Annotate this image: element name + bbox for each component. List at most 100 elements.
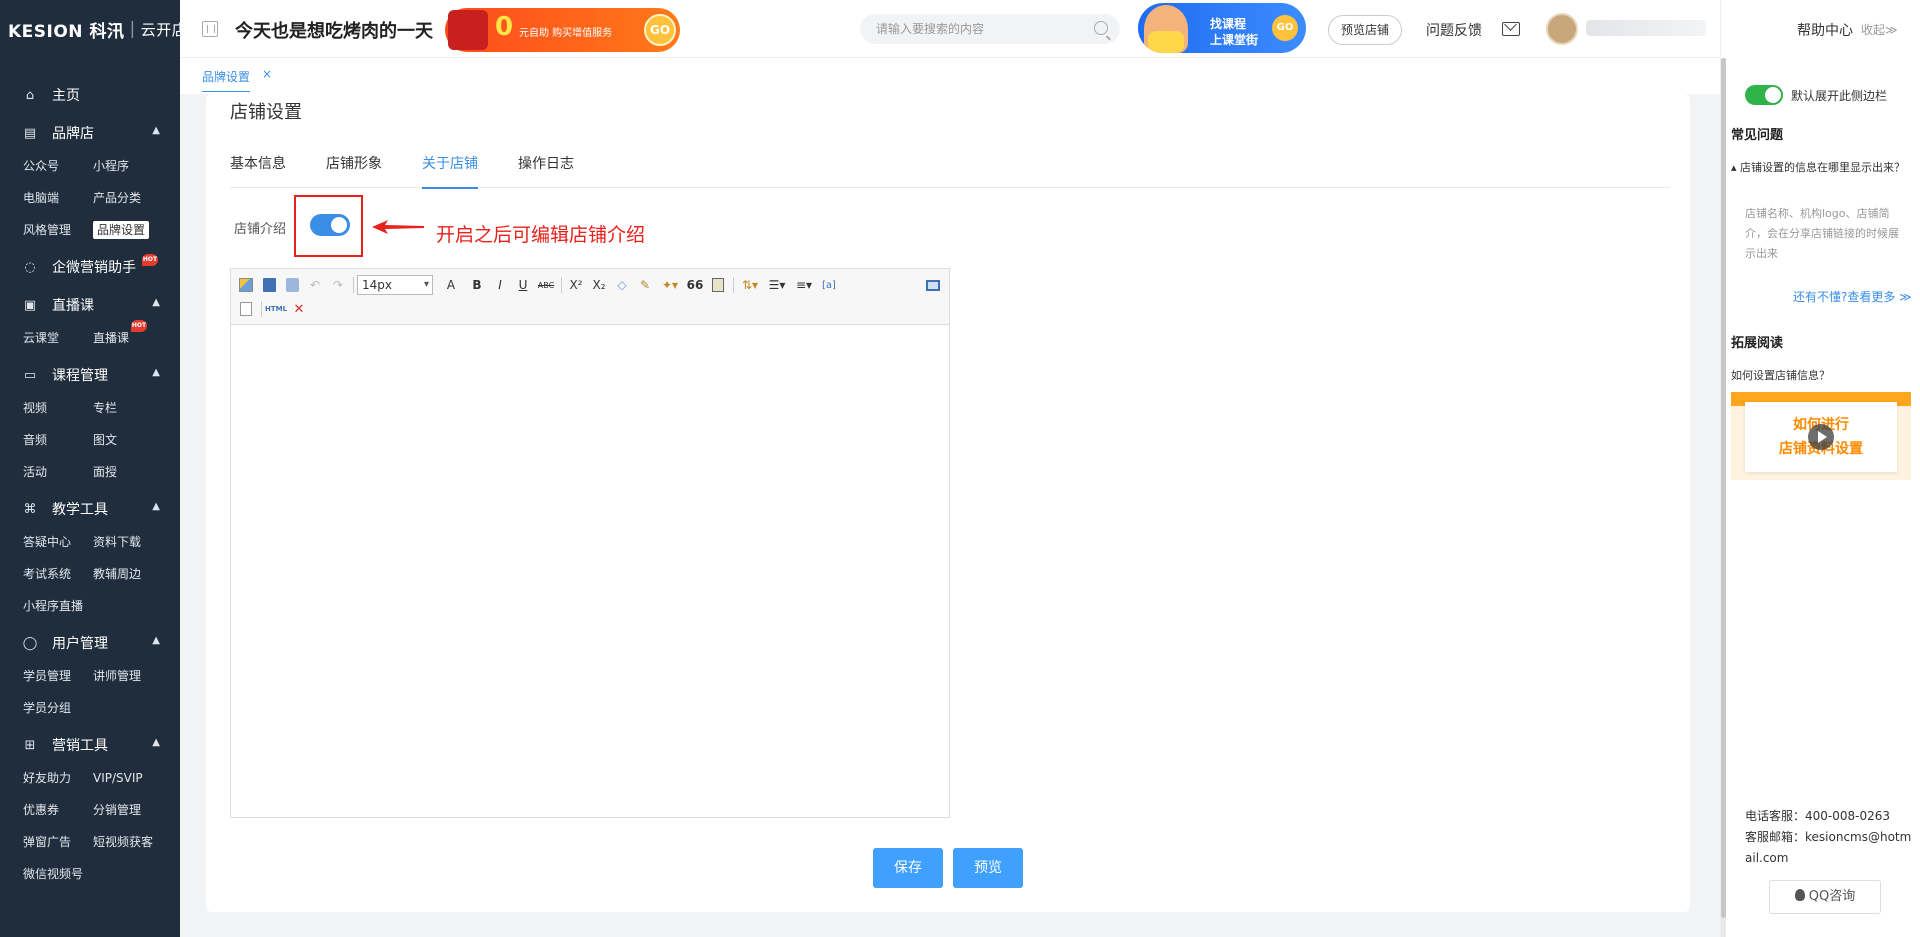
brand-logo[interactable]: KESION 科汛 | 云开店	[0, 0, 180, 58]
search-icon[interactable]	[1094, 21, 1108, 35]
panel-scrollbar[interactable]	[1721, 58, 1726, 937]
qq-consult-button[interactable]: QQ咨询	[1769, 880, 1881, 914]
insert-music-icon[interactable]	[281, 274, 303, 296]
editor-content-area[interactable]	[231, 325, 949, 817]
sidebar-item-student-groups[interactable]: 学员分组	[23, 692, 93, 724]
nav-group-head-live[interactable]: ▣ 直播课 ▲	[0, 288, 180, 322]
promo-go-button[interactable]: GO	[644, 14, 676, 46]
nav-group-head-users[interactable]: ◯ 用户管理 ▲	[0, 626, 180, 660]
sidebar-item-article[interactable]: 图文	[93, 424, 173, 456]
redo-icon[interactable]: ↷	[327, 274, 349, 296]
sidebar-item-brand-settings[interactable]: 品牌设置	[93, 214, 173, 246]
nav-group-head-marketing[interactable]: ⊞ 营销工具 ▲	[0, 728, 180, 762]
default-expand-toggle[interactable]	[1745, 85, 1783, 105]
sidebar-item-wechat-official[interactable]: 公众号	[23, 150, 93, 182]
italic-icon[interactable]: I	[489, 274, 511, 296]
sidebar-item-lecturers[interactable]: 讲师管理	[93, 660, 173, 692]
sidebar-item-popup-ads[interactable]: 弹窗广告	[23, 826, 93, 858]
nav-group-head-teaching[interactable]: ⌘ 教学工具 ▲	[0, 492, 180, 526]
new-document-icon[interactable]	[235, 298, 257, 320]
sidebar-item-distribution[interactable]: 分销管理	[93, 794, 173, 826]
clear-format-x-icon[interactable]: ✕	[288, 298, 310, 320]
sidebar-item-students[interactable]: 学员管理	[23, 660, 93, 692]
sidebar-item-live-class[interactable]: 直播课 HOT	[93, 320, 173, 354]
subscript-icon[interactable]: X₂	[588, 274, 610, 296]
sidebar-item-column[interactable]: 专栏	[93, 392, 173, 424]
tab-store-image[interactable]: 店铺形象	[326, 138, 382, 188]
undo-icon[interactable]: ↶	[304, 274, 326, 296]
line-height-icon[interactable]: ⇅▾	[737, 274, 763, 296]
store-intro-toggle[interactable]	[310, 214, 350, 236]
help-center-title[interactable]: 帮助中心	[1797, 20, 1853, 40]
sidebar-item-materials[interactable]: 教辅周边	[93, 558, 173, 590]
sidebar-item-activity[interactable]: 活动	[23, 456, 93, 488]
mail-icon[interactable]	[1502, 22, 1520, 36]
sidebar-item-video[interactable]: 视频	[23, 392, 93, 424]
sidebar-item-exam[interactable]: 考试系统	[23, 558, 93, 590]
promo-banner[interactable]: 0 元自助 购买增值服务 GO	[445, 8, 680, 52]
quote-icon[interactable]: 66	[684, 274, 706, 296]
sidebar-item-cloud-class[interactable]: 云课堂	[23, 322, 93, 354]
contact-phone: 电话客服：400-008-0263	[1745, 809, 1891, 823]
sidebar-item-mini-program[interactable]: 小程序	[93, 150, 173, 182]
fullscreen-monitor-icon[interactable]	[922, 274, 944, 296]
sidebar-item-coupons[interactable]: 优惠券	[23, 794, 93, 826]
insert-image-icon[interactable]	[235, 274, 257, 296]
superscript-icon[interactable]: X²	[565, 274, 587, 296]
sidebar-item-mini-live[interactable]: 小程序直播	[23, 590, 93, 622]
highlight-icon[interactable]: ✦▾	[657, 274, 683, 296]
nav-group-head-wecom[interactable]: ◌ 企微营销助手 HOT	[0, 250, 180, 284]
nav-group-head-brand[interactable]: ▤ 品牌店 ▲	[0, 116, 180, 150]
font-color-icon[interactable]: A	[437, 274, 465, 296]
unordered-list-icon[interactable]: ≡▾	[791, 274, 817, 296]
username-blurred[interactable]	[1586, 20, 1706, 36]
sidebar-item-downloads[interactable]: 资料下载	[93, 526, 173, 558]
faq-title: 常见问题	[1731, 128, 1784, 143]
search-input[interactable]	[860, 14, 1070, 44]
sidebar-item-product-category[interactable]: 产品分类	[93, 182, 173, 214]
format-brush-icon[interactable]: ✎	[634, 274, 656, 296]
sidebar-item-offline[interactable]: 面授	[93, 456, 173, 488]
faq-question[interactable]: ▴ 店铺设置的信息在哪里显示出来？	[1731, 158, 1909, 177]
course-go-button[interactable]: GO	[1272, 15, 1298, 41]
ordered-list-icon[interactable]: ☰▾	[764, 274, 790, 296]
eraser-icon[interactable]: ◇	[611, 274, 633, 296]
strikethrough-icon[interactable]: ABC	[535, 274, 557, 296]
font-size-select[interactable]: 14px	[357, 275, 433, 295]
tab-operation-log[interactable]: 操作日志	[518, 138, 574, 188]
sidebar-item-pc[interactable]: 电脑端	[23, 182, 93, 214]
sidebar-item-style[interactable]: 风格管理	[23, 214, 93, 246]
see-more-link[interactable]: 还有不懂?查看更多 ≫	[1793, 288, 1912, 305]
paste-icon[interactable]	[707, 274, 729, 296]
html-source-icon[interactable]: HTML	[265, 298, 287, 320]
sidebar-item-friend-help[interactable]: 好友助力	[23, 762, 93, 794]
video-thumbnail[interactable]: 如何进行 店铺资料设置	[1731, 392, 1911, 480]
sidebar-item-audio[interactable]: 音频	[23, 424, 93, 456]
sidebar-item-qa[interactable]: 答疑中心	[23, 526, 93, 558]
underline-icon[interactable]: U	[512, 274, 534, 296]
feedback-link[interactable]: 问题反馈	[1426, 20, 1482, 40]
course-banner[interactable]: 找课程 上课堂街 GO	[1138, 3, 1306, 53]
save-disk-icon[interactable]	[258, 274, 280, 296]
qq-penguin-icon	[1794, 889, 1805, 901]
sidebar-item-vip[interactable]: VIP/SVIP	[93, 762, 173, 794]
preview-store-button[interactable]: 预览店铺	[1328, 15, 1403, 45]
close-icon[interactable]: ×	[262, 67, 272, 81]
avatar[interactable]	[1546, 13, 1578, 45]
save-button[interactable]: 保存	[873, 848, 943, 888]
menu-toggle-icon[interactable]	[202, 21, 218, 37]
play-icon[interactable]	[1808, 424, 1834, 450]
sidebar-item-wechat-channels[interactable]: 微信视频号	[23, 858, 93, 890]
nav-group-title: 品牌店	[52, 126, 94, 142]
tab-about-store[interactable]: 关于店铺	[422, 138, 478, 189]
bold-icon[interactable]: B	[466, 274, 488, 296]
sidebar-item-short-video[interactable]: 短视频获客	[93, 826, 173, 858]
tab-brand-settings[interactable]: 品牌设置	[202, 68, 251, 92]
reading-question[interactable]: 如何设置店铺信息？	[1731, 367, 1830, 383]
sidebar-item-home[interactable]: ⌂ 主页	[0, 78, 180, 112]
collapse-panel-link[interactable]: 收起≫	[1861, 21, 1898, 38]
nav-group-head-course[interactable]: ▭ 课程管理 ▲	[0, 358, 180, 392]
preview-button[interactable]: 预览	[953, 848, 1023, 888]
tab-basic-info[interactable]: 基本信息	[230, 138, 286, 188]
text-box-icon[interactable]: [a]	[818, 274, 840, 296]
